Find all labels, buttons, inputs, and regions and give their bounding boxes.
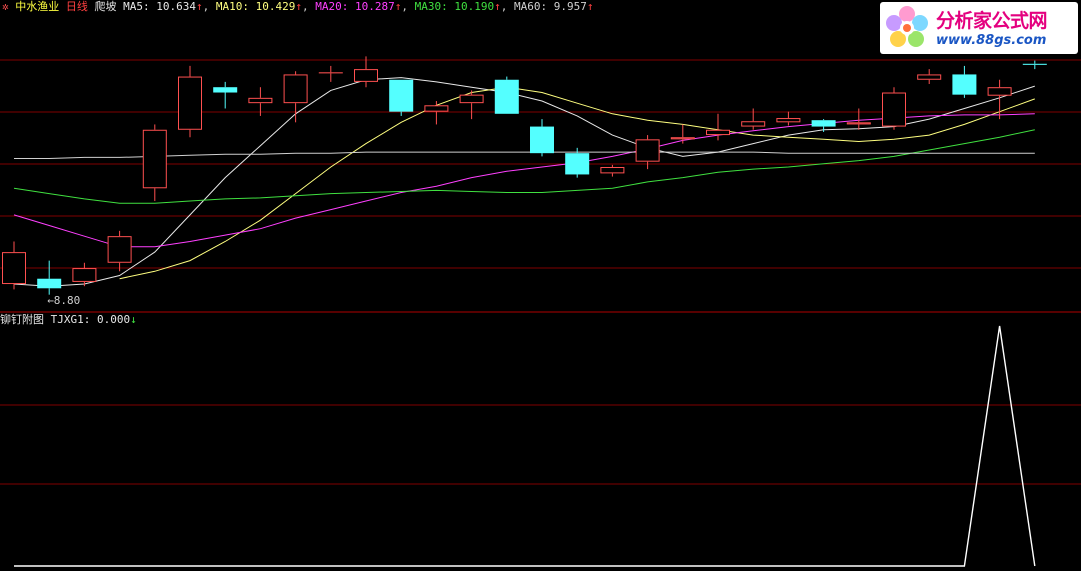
- candle[interactable]: [389, 79, 414, 116]
- candle-body: [846, 122, 871, 125]
- candle-body: [424, 105, 449, 112]
- candle-body: [459, 94, 484, 104]
- candle[interactable]: [318, 65, 343, 82]
- candle[interactable]: [424, 101, 449, 125]
- ma60-readout: MA60: 9.957↑: [514, 0, 594, 13]
- candle-body: [37, 278, 62, 289]
- candle[interactable]: [1022, 60, 1047, 70]
- candle[interactable]: [882, 87, 906, 130]
- candle-body: [213, 87, 238, 93]
- ma30-line: [13, 129, 1035, 204]
- stock-flag-icon: ✲: [2, 0, 9, 13]
- candle[interactable]: [72, 262, 97, 287]
- ma-value: 10.634: [156, 0, 196, 13]
- ma20-line: [13, 113, 1035, 248]
- candle-body: [987, 87, 1012, 96]
- candle-body: [952, 74, 977, 95]
- candle-body: [1022, 63, 1047, 65]
- candle-body: [2, 252, 26, 285]
- candle-body: [776, 118, 801, 123]
- ma-label: MA60:: [514, 0, 554, 13]
- candle[interactable]: [776, 111, 801, 126]
- tjxg1-line: [14, 325, 1036, 567]
- stock-chart[interactable]: [0, 0, 1081, 571]
- candle[interactable]: [37, 260, 62, 295]
- ma-label: MA10:: [215, 0, 256, 13]
- candle[interactable]: [952, 65, 977, 98]
- candle-body: [142, 129, 167, 189]
- main-panel-header: ✲ 中水渔业 日线 爬坡 MA5: 10.634↑, MA10: 10.429↑…: [2, 0, 594, 13]
- ma-separator: ,: [302, 0, 316, 13]
- down-arrow-icon: ↓: [130, 313, 137, 326]
- up-arrow-icon: ↑: [494, 0, 501, 13]
- ma5-line: [13, 77, 1035, 287]
- ma10-readout: MA10: 10.429↑: [216, 0, 302, 13]
- ma-label: MA5:: [123, 0, 157, 13]
- ma20-readout: MA20: 10.287↑: [315, 0, 401, 13]
- candle[interactable]: [917, 69, 942, 85]
- candle[interactable]: [494, 76, 519, 114]
- ma-value: 10.190: [454, 0, 495, 13]
- ma30-readout: MA30: 10.190↑: [415, 0, 501, 13]
- candle-body: [248, 97, 273, 104]
- ma-separator: ,: [401, 0, 415, 13]
- candle[interactable]: [670, 124, 695, 144]
- low-price-label: ←8.80: [47, 293, 81, 307]
- candlestick-panel[interactable]: [2, 56, 1047, 295]
- indicator-name[interactable]: 爬坡: [95, 0, 117, 13]
- sub-indicator-panel[interactable]: [14, 325, 1036, 567]
- up-arrow-icon: ↑: [196, 0, 203, 13]
- candle-body: [706, 129, 730, 136]
- up-arrow-icon: ↑: [295, 0, 302, 13]
- ma-label: MA30:: [414, 0, 455, 13]
- candle[interactable]: [987, 79, 1012, 120]
- candle[interactable]: [283, 71, 308, 123]
- candle-body: [670, 137, 695, 140]
- period-label[interactable]: 日线: [66, 0, 88, 13]
- candle-body: [635, 139, 660, 162]
- ma-label: MA20:: [315, 0, 355, 13]
- ma-separator: ,: [202, 0, 216, 13]
- candle-body: [565, 153, 590, 175]
- candle-body: [107, 236, 132, 263]
- candle-body: [178, 76, 202, 130]
- ma-value: 10.287: [355, 0, 395, 13]
- candle[interactable]: [600, 164, 625, 177]
- candle-body: [72, 268, 97, 282]
- ma-value: 10.429: [255, 0, 296, 13]
- stock-name[interactable]: 中水渔业: [15, 0, 59, 13]
- ma-value: 9.957: [553, 0, 587, 13]
- ma5-readout: MA5: 10.634↑: [123, 0, 203, 13]
- sub-indicator-label: TJXG1:: [50, 313, 91, 326]
- candle[interactable]: [459, 90, 484, 120]
- watermark-logo: 分析家公式网 www.88gs.com: [880, 2, 1078, 54]
- candle[interactable]: [107, 230, 132, 272]
- sub-indicator-value: 0.000: [97, 313, 131, 326]
- sub-panel-grid: [0, 404, 1081, 485]
- candle-body: [389, 79, 414, 112]
- up-arrow-icon: ↑: [586, 0, 594, 13]
- candle-body: [811, 120, 836, 127]
- candle-body: [494, 79, 519, 114]
- candle-body: [600, 167, 625, 174]
- sub-panel-name[interactable]: 铆钉附图: [0, 313, 44, 326]
- ma-separator: ,: [500, 0, 514, 13]
- candle-body: [741, 121, 766, 127]
- candle[interactable]: [142, 124, 167, 202]
- candle[interactable]: [530, 119, 554, 157]
- candle[interactable]: [213, 81, 238, 109]
- flower-logo-icon: [886, 6, 928, 47]
- ma-readouts: MA5: 10.634↑, MA10: 10.429↑, MA20: 10.28…: [123, 0, 593, 13]
- candle[interactable]: [178, 65, 202, 138]
- logo-title: 分析家公式网: [936, 10, 1048, 32]
- candle-body: [283, 74, 308, 104]
- candle-body: [530, 126, 554, 154]
- candle-body: [917, 74, 942, 80]
- sub-panel-header: 铆钉附图 TJXG1: 0.000↓: [0, 313, 137, 326]
- candle[interactable]: [2, 241, 26, 290]
- logo-url: www.88gs.com: [936, 33, 1047, 48]
- candle-body: [354, 69, 378, 82]
- candle-body: [882, 92, 906, 127]
